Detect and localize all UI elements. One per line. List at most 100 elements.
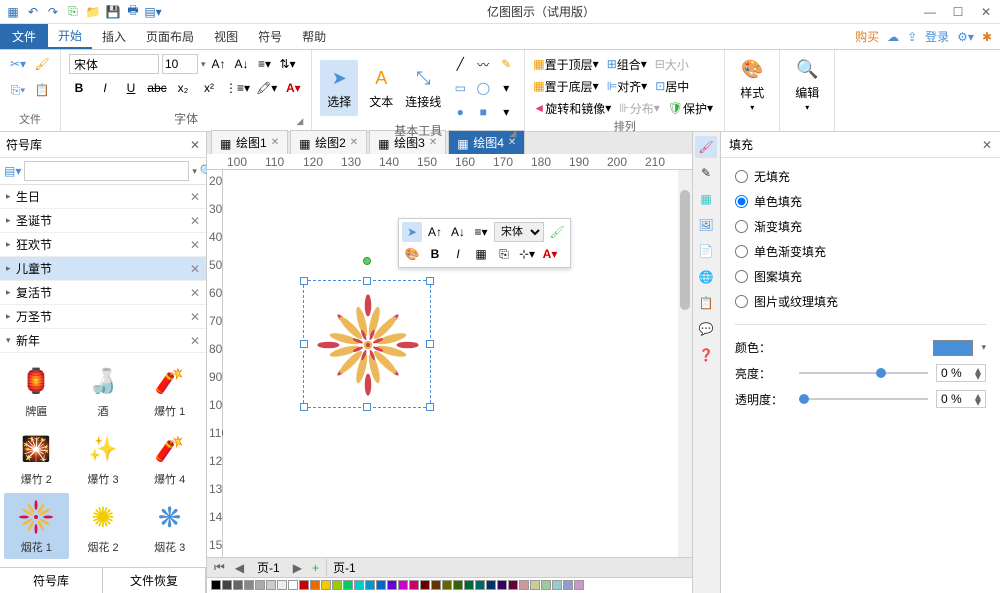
color-swatch[interactable] <box>233 580 243 590</box>
category-easter[interactable]: ▸复活节✕ <box>0 281 206 305</box>
share-icon[interactable]: ⇪ <box>907 30 917 44</box>
resize-handle-br[interactable] <box>426 403 434 411</box>
line-spacing-button[interactable]: ⇅▾ <box>278 54 298 74</box>
palette-icon[interactable]: ✱ <box>982 30 992 44</box>
tab-symbol-lib[interactable]: 符号库 <box>0 568 103 593</box>
color-swatch[interactable] <box>266 580 276 590</box>
doc-tab-1[interactable]: ▦绘图1✕ <box>211 130 288 154</box>
italic-icon[interactable]: I <box>448 244 468 264</box>
fill-solid-radio[interactable]: 单色填充 <box>735 193 986 210</box>
close-icon[interactable]: ✕ <box>982 138 992 152</box>
gear-icon[interactable]: ⚙▾ <box>957 30 974 44</box>
line-icon[interactable]: ⊹▾ <box>517 244 537 264</box>
color-swatch[interactable] <box>332 580 342 590</box>
rotate-button[interactable]: ◄ 旋转和镜像▾ <box>533 98 611 118</box>
close-icon[interactable]: ✕ <box>190 262 200 276</box>
symbol-firework-2[interactable]: ✺烟花 2 <box>71 493 136 559</box>
center-button[interactable]: ⊡ 居中 <box>655 76 689 96</box>
shape-dropdown[interactable]: ▾ <box>496 78 516 98</box>
color-swatch[interactable] <box>376 580 386 590</box>
rotate-handle[interactable] <box>363 257 371 265</box>
send-back-button[interactable]: ▦ 置于底层▾ <box>533 76 598 96</box>
category-christmas[interactable]: ▸圣诞节✕ <box>0 209 206 233</box>
highlight-button[interactable]: 🖍▾ <box>256 78 277 98</box>
brightness-value[interactable]: 0 %▴▾ <box>936 364 986 382</box>
curve-tool[interactable]: 〰 <box>473 54 493 74</box>
square-tool[interactable]: ■ <box>473 102 493 122</box>
selection-box[interactable] <box>303 280 431 408</box>
color-swatch[interactable] <box>552 580 562 590</box>
symbol-firecracker-3[interactable]: ✨爆竹 3 <box>71 425 136 491</box>
pointer-icon[interactable]: ➤ <box>402 222 422 242</box>
color-swatch[interactable] <box>519 580 529 590</box>
close-icon[interactable]: ✕ <box>190 214 200 228</box>
tab-file-recovery[interactable]: 文件恢复 <box>103 568 206 593</box>
color-swatch[interactable] <box>365 580 375 590</box>
color-swatch[interactable] <box>486 580 496 590</box>
canvas-scrollbar-v[interactable] <box>678 170 692 557</box>
close-button[interactable]: ✕ <box>976 5 996 19</box>
increase-font-button[interactable]: A↑ <box>209 54 229 74</box>
comment-tool-icon[interactable]: 💬 <box>695 318 717 340</box>
color-picker-button[interactable] <box>933 340 973 356</box>
color-swatch[interactable] <box>497 580 507 590</box>
color-swatch[interactable] <box>431 580 441 590</box>
symbol-firework-1[interactable]: 烟花 1 <box>4 493 69 559</box>
superscript-button[interactable]: x² <box>199 78 219 98</box>
help-icon[interactable]: ❓ <box>695 344 717 366</box>
align-icon[interactable]: ≡▾ <box>471 222 491 242</box>
list-tool-icon[interactable]: 📋 <box>695 292 717 314</box>
color-swatch[interactable] <box>464 580 474 590</box>
page-prev-icon[interactable]: ◀ <box>232 561 247 575</box>
print-button[interactable]: 🖶 <box>124 3 142 21</box>
tab-layout[interactable]: 页面布局 <box>136 24 204 49</box>
decrease-font-icon[interactable]: A↓ <box>448 222 468 242</box>
copy-button[interactable]: ⎘▾ <box>8 80 28 100</box>
close-icon[interactable]: ✕ <box>190 286 200 300</box>
canvas[interactable]: ➤ A↑ A↓ ≡▾ 宋体 🖌 🎨 B I ▦ ⎘ ⊹▾ A▾ <box>223 170 692 557</box>
find-button[interactable]: 🔍 编辑▾ <box>788 57 826 113</box>
symbol-firecracker-2[interactable]: 🎇爆竹 2 <box>4 425 69 491</box>
increase-font-icon[interactable]: A↑ <box>425 222 445 242</box>
category-birthday[interactable]: ▸生日✕ <box>0 185 206 209</box>
group-button[interactable]: ⊞ 组合▾ <box>607 54 647 74</box>
file-menu[interactable]: 文件 <box>0 24 48 49</box>
symbol-category-list[interactable]: ▸生日✕ ▸圣诞节✕ ▸狂欢节✕ ▸儿童节✕ ▸复活节✕ ▸万圣节✕ ▾新年✕ … <box>0 185 206 567</box>
copy-icon[interactable]: ⎘ <box>494 244 514 264</box>
page-first-icon[interactable]: ⏮ <box>211 560 228 575</box>
redo-button[interactable]: ↷ <box>44 3 62 21</box>
decrease-font-button[interactable]: A↓ <box>232 54 252 74</box>
category-newyear[interactable]: ▾新年✕ <box>0 329 206 353</box>
minimize-button[interactable]: — <box>920 5 940 19</box>
resize-handle-tm[interactable] <box>363 277 371 285</box>
fill-gradient-radio[interactable]: 渐变填充 <box>735 218 986 235</box>
color-swatch[interactable] <box>310 580 320 590</box>
resize-handle-ml[interactable] <box>300 340 308 348</box>
color-swatch[interactable] <box>288 580 298 590</box>
bold-icon[interactable]: B <box>425 244 445 264</box>
category-carnival[interactable]: ▸狂欢节✕ <box>0 233 206 257</box>
close-icon[interactable]: ✕ <box>190 190 200 204</box>
tab-help[interactable]: 帮助 <box>292 24 336 49</box>
style-button[interactable]: 🎨 样式▾ <box>733 57 771 113</box>
align-dropdown[interactable]: ≡▾ <box>255 54 275 74</box>
color-swatch[interactable] <box>387 580 397 590</box>
line-tool-icon[interactable]: ✎ <box>695 162 717 184</box>
firework-shape[interactable] <box>313 290 423 400</box>
tab-insert[interactable]: 插入 <box>92 24 136 49</box>
fill-picture-radio[interactable]: 图片或纹理填充 <box>735 293 986 310</box>
resize-handle-tr[interactable] <box>426 277 434 285</box>
color-swatch[interactable] <box>541 580 551 590</box>
page-tab-2[interactable]: 页-1 <box>326 559 356 576</box>
fill-none-radio[interactable]: 无填充 <box>735 168 986 185</box>
text-tool-button[interactable]: A 文本 <box>362 60 400 116</box>
color-swatch[interactable] <box>255 580 265 590</box>
category-halloween[interactable]: ▸万圣节✕ <box>0 305 206 329</box>
fill-solid-gradient-radio[interactable]: 单色渐变填充 <box>735 243 986 260</box>
font-color-icon[interactable]: A▾ <box>540 244 560 264</box>
resize-handle-tl[interactable] <box>300 277 308 285</box>
globe-tool-icon[interactable]: 🌐 <box>695 266 717 288</box>
tab-start[interactable]: 开始 <box>48 24 92 49</box>
bullets-button[interactable]: ⋮≡▾ <box>225 78 250 98</box>
fill-icon[interactable]: ▦ <box>471 244 491 264</box>
